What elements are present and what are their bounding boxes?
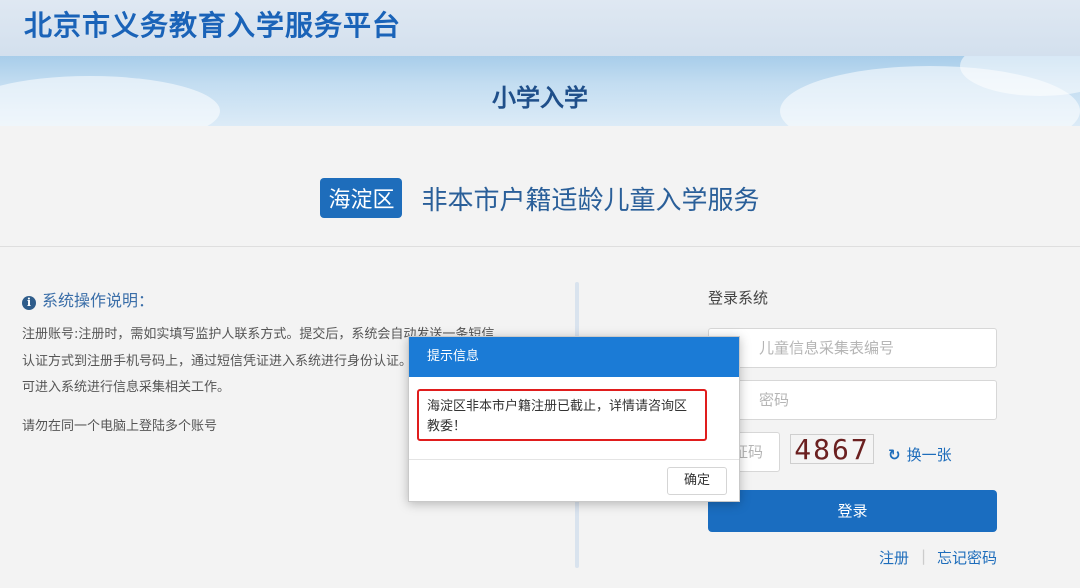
password-input[interactable]: 密码 bbox=[708, 380, 997, 420]
instruction-line: 可进入系统进行信息采集相关工作。 bbox=[22, 380, 231, 395]
service-title: 非本市户籍适龄儿童入学服务 bbox=[421, 185, 760, 216]
forgot-password-link[interactable]: 忘记密码 bbox=[937, 547, 997, 568]
instructions-title: i 系统操作说明： bbox=[22, 287, 154, 311]
instruction-line: 认证方式到注册手机号码上，通过短信凭证进入系统进行身份认证。 bbox=[22, 354, 413, 369]
login-button[interactable]: 登录 bbox=[708, 490, 997, 532]
link-separator: | bbox=[921, 547, 927, 565]
refresh-icon: ↻ bbox=[888, 446, 901, 464]
refresh-captcha-button[interactable]: ↻ 换一张 bbox=[888, 444, 952, 465]
captcha-image[interactable]: 4867 bbox=[790, 434, 874, 465]
banner: 小学入学 bbox=[0, 56, 1080, 126]
ok-button[interactable]: 确定 bbox=[667, 467, 727, 495]
child-id-input[interactable]: 儿童信息采集表编号 bbox=[708, 328, 997, 368]
district-badge: 海淀区 bbox=[320, 178, 403, 218]
banner-title: 小学入学 bbox=[492, 84, 588, 112]
instruction-line: 请勿在同一个电脑上登陆多个账号 bbox=[22, 419, 218, 434]
dialog-message: 海淀区非本市户籍注册已截止，详情请咨询区教委！ bbox=[417, 389, 707, 441]
register-link[interactable]: 注册 bbox=[879, 547, 909, 568]
refresh-label: 换一张 bbox=[906, 446, 952, 464]
info-icon: i bbox=[22, 296, 36, 310]
alert-dialog: 提示信息 海淀区非本市户籍注册已截止，详情请咨询区教委！ 确定 bbox=[408, 336, 740, 502]
dialog-title: 提示信息 bbox=[409, 337, 739, 377]
instructions-title-label: 系统操作说明： bbox=[42, 291, 155, 310]
site-title: 北京市义务教育入学服务平台 bbox=[24, 9, 402, 42]
service-heading: 海淀区 非本市户籍适龄儿童入学服务 bbox=[0, 178, 1080, 224]
dialog-divider bbox=[409, 459, 739, 460]
divider bbox=[0, 246, 1080, 247]
top-header: 北京市义务教育入学服务平台 bbox=[0, 0, 1080, 56]
login-title: 登录系统 bbox=[708, 289, 769, 307]
